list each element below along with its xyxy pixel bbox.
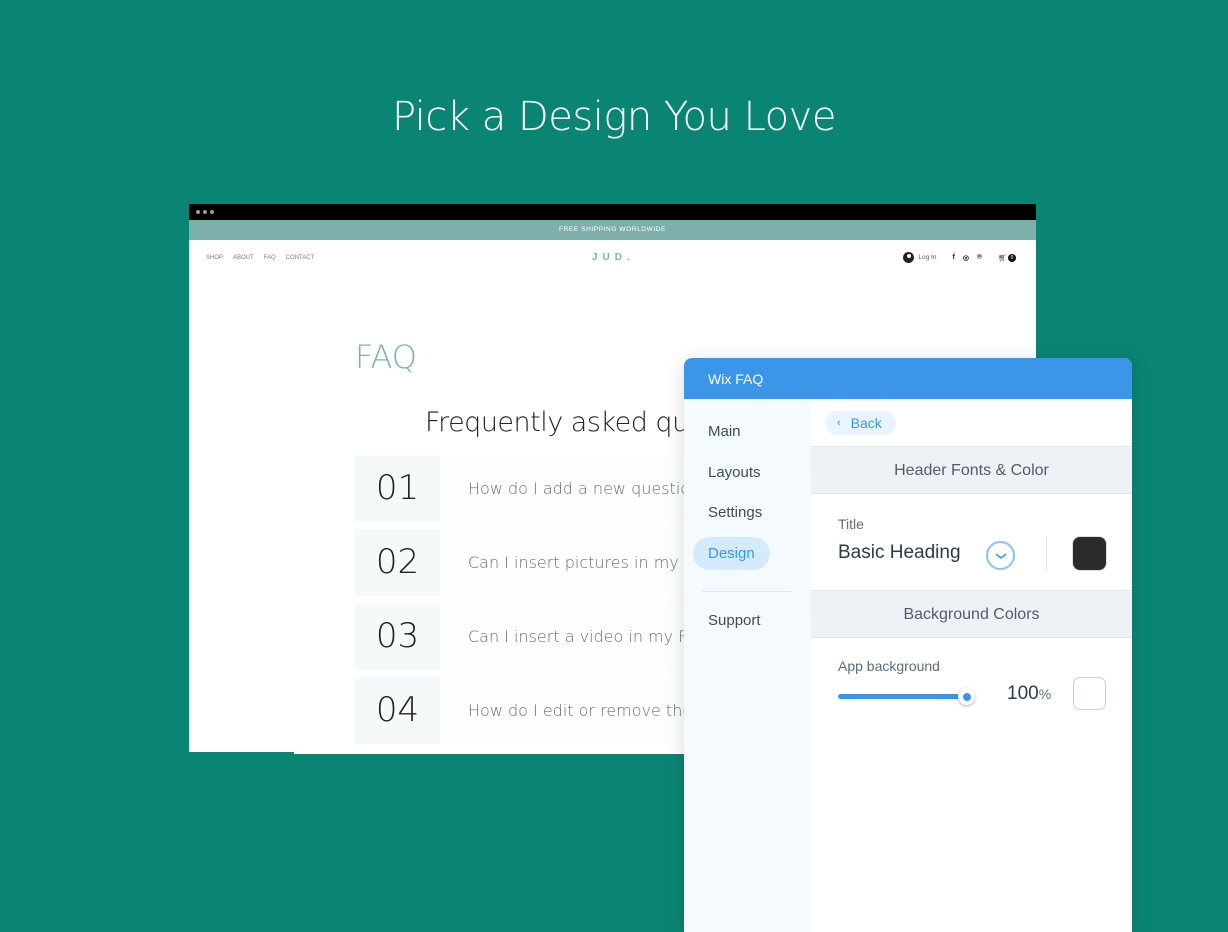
divider bbox=[1046, 536, 1047, 572]
login-link[interactable]: Log In bbox=[918, 254, 936, 261]
sidebar-item-main[interactable]: Main bbox=[708, 423, 741, 440]
sidebar-item-design[interactable]: Design bbox=[693, 537, 770, 570]
panel-content: ‹ Back Header Fonts & Color Title Basic … bbox=[811, 399, 1132, 932]
faq-number: 04 bbox=[355, 677, 440, 744]
font-dropdown-button[interactable] bbox=[986, 541, 1015, 570]
user-icon[interactable] bbox=[903, 252, 915, 263]
faq-number: 02 bbox=[355, 529, 440, 596]
faq-number: 03 bbox=[355, 603, 440, 670]
instagram-icon[interactable]: ◎ bbox=[963, 254, 969, 262]
opacity-value: 100% bbox=[1007, 683, 1052, 704]
faq-title: FAQ bbox=[355, 338, 417, 376]
preview-edge bbox=[294, 752, 684, 754]
site-logo[interactable]: JUD. bbox=[592, 252, 635, 263]
chevron-down-icon bbox=[995, 552, 1006, 559]
settings-panel: Wix FAQ Main Layouts Settings Design Sup… bbox=[684, 358, 1132, 932]
hero-title: Pick a Design You Love bbox=[392, 94, 836, 140]
faq-question: Can I insert pictures in my FAQ? bbox=[468, 553, 724, 572]
panel-sidebar: Main Layouts Settings Design Support bbox=[684, 399, 811, 932]
nav-faq[interactable]: FAQ bbox=[264, 255, 276, 261]
cart-count: 0 bbox=[1008, 253, 1016, 262]
sidebar-item-layouts[interactable]: Layouts bbox=[708, 464, 761, 481]
faq-number: 01 bbox=[355, 455, 440, 522]
opacity-slider-track[interactable] bbox=[838, 694, 966, 699]
sidebar-item-settings[interactable]: Settings bbox=[708, 504, 762, 521]
sidebar-item-support[interactable]: Support bbox=[708, 612, 761, 629]
title-label: Title bbox=[838, 516, 864, 532]
background-color-swatch[interactable] bbox=[1073, 677, 1106, 710]
pinterest-icon[interactable]: ℗ bbox=[977, 254, 982, 261]
app-background-label: App background bbox=[838, 658, 940, 674]
window-dots-icon bbox=[196, 210, 214, 214]
cart-button[interactable]: 🛒︎ 0 bbox=[998, 253, 1016, 262]
nav-about[interactable]: ABOUT bbox=[233, 255, 254, 261]
back-button[interactable]: ‹ Back bbox=[825, 411, 896, 435]
back-label: Back bbox=[850, 415, 882, 431]
chevron-left-icon: ‹ bbox=[837, 417, 841, 429]
title-font-value[interactable]: Basic Heading bbox=[838, 542, 961, 564]
site-header: SHOP ABOUT FAQ CONTACT JUD. Log In f ◎ ℗… bbox=[189, 240, 1036, 280]
faq-question: Can I insert a video in my FAQ? bbox=[468, 627, 718, 646]
cart-icon: 🛒︎ bbox=[998, 254, 1007, 262]
section-header-background: Background Colors bbox=[811, 590, 1132, 638]
section-header-fonts: Header Fonts & Color bbox=[811, 446, 1132, 494]
browser-bar bbox=[189, 204, 1036, 220]
promo-banner: FREE SHIPPING WORLDWIDE bbox=[189, 220, 1036, 240]
site-nav: SHOP ABOUT FAQ CONTACT bbox=[206, 255, 314, 261]
title-color-swatch[interactable] bbox=[1073, 537, 1106, 570]
nav-contact[interactable]: CONTACT bbox=[286, 255, 315, 261]
sidebar-divider bbox=[702, 591, 792, 592]
faq-question: How do I add a new question? bbox=[468, 479, 709, 498]
nav-shop[interactable]: SHOP bbox=[206, 255, 223, 261]
facebook-icon[interactable]: f bbox=[952, 254, 954, 261]
opacity-slider-handle[interactable] bbox=[958, 688, 975, 705]
panel-title: Wix FAQ bbox=[684, 358, 1132, 399]
